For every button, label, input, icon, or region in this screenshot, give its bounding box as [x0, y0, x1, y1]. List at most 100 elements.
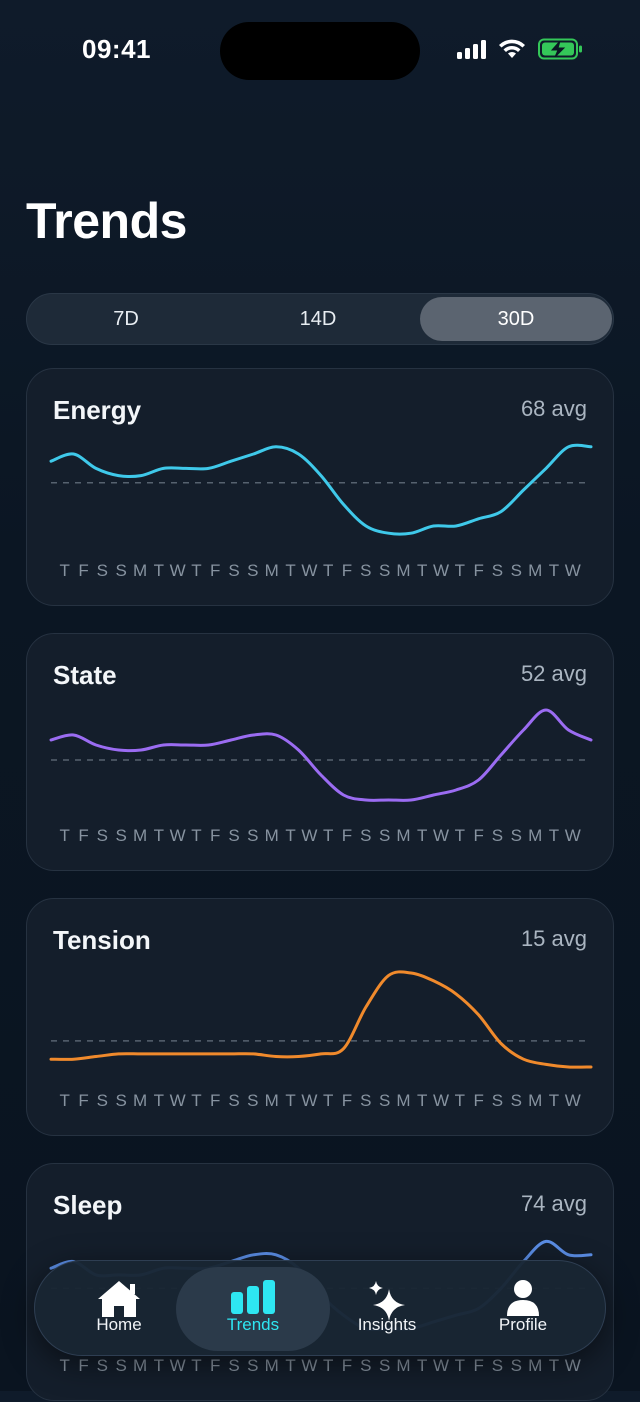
day-tick-label: F — [210, 1091, 221, 1110]
tension-card[interactable]: TFSSMTWTFSSMTWTFSSMTWTFSSMTW Tension 15 … — [26, 898, 614, 1136]
day-tick-label: M — [265, 826, 280, 845]
day-tick-label: S — [115, 1091, 127, 1110]
day-tick-label: S — [511, 561, 523, 580]
day-tick-label: W — [565, 1356, 582, 1375]
status-bar: 09:41 — [0, 0, 640, 100]
day-tick-label: T — [417, 826, 428, 845]
bottom-tab-bar: Home Trends Insights Profile — [34, 1260, 606, 1356]
day-tick-label: T — [285, 826, 296, 845]
day-tick-label: F — [210, 561, 221, 580]
day-tick-label: M — [133, 1091, 148, 1110]
tab-label: Trends — [226, 1315, 280, 1334]
day-tick-label: S — [228, 1356, 240, 1375]
day-tick-label: S — [360, 1356, 372, 1375]
day-tick-label: S — [97, 1356, 109, 1375]
day-tick-label: T — [323, 561, 334, 580]
trend-line — [49, 708, 593, 802]
day-tick-label: T — [285, 561, 296, 580]
time-range-segmented-control: 7D 14D 30D — [26, 293, 614, 345]
day-tick-label: T — [323, 1091, 334, 1110]
day-tick-label: S — [379, 826, 391, 845]
day-tick-label: S — [511, 1356, 523, 1375]
day-tick-label: F — [78, 1356, 89, 1375]
day-tick-label: M — [265, 1356, 280, 1375]
day-tick-label: T — [549, 826, 560, 845]
day-tick-label: F — [78, 561, 89, 580]
day-tick-label: M — [396, 826, 411, 845]
day-tick-label: T — [417, 1091, 428, 1110]
day-tick-label: M — [133, 561, 148, 580]
day-tick-label: F — [342, 1091, 353, 1110]
day-tick-label: W — [433, 1356, 450, 1375]
day-tick-label: W — [301, 561, 318, 580]
day-tick-label: M — [528, 561, 543, 580]
sparkles-icon — [369, 1281, 405, 1321]
day-tick-label: M — [133, 1356, 148, 1375]
day-tick-label: W — [170, 561, 187, 580]
energy-card[interactable]: TFSSMTWTFSSMTWTFSSMTWTFSSMTW Energy 68 a… — [26, 368, 614, 606]
card-avg: 52 avg — [520, 661, 587, 686]
tab-label: Profile — [498, 1315, 548, 1334]
day-tick-label: T — [417, 1356, 428, 1375]
day-tick-label: T — [154, 1091, 165, 1110]
day-tick-label: T — [191, 561, 202, 580]
day-tick-label: W — [565, 826, 582, 845]
day-tick-label: S — [511, 826, 523, 845]
day-tick-label: T — [191, 1091, 202, 1110]
tab-profile[interactable]: Profile — [446, 1267, 600, 1351]
segment-30d[interactable]: 30D — [420, 297, 612, 341]
day-tick-label: T — [323, 826, 334, 845]
segment-7d[interactable]: 7D — [30, 297, 222, 341]
day-tick-label: S — [97, 826, 109, 845]
day-tick-label: T — [154, 561, 165, 580]
trend-line — [49, 970, 593, 1069]
wifi-icon — [499, 39, 525, 58]
day-tick-label: T — [285, 1356, 296, 1375]
tab-home[interactable]: Home — [42, 1267, 196, 1351]
home-icon — [98, 1281, 140, 1317]
day-tick-label: S — [228, 826, 240, 845]
day-tick-label: S — [492, 826, 504, 845]
card-title: Energy — [53, 395, 142, 425]
day-tick-label: T — [417, 561, 428, 580]
day-tick-label: S — [115, 1356, 127, 1375]
day-tick-label: W — [565, 561, 582, 580]
day-tick-label: S — [115, 826, 127, 845]
day-tick-label: S — [247, 1091, 259, 1110]
day-tick-label: T — [323, 1356, 334, 1375]
day-tick-label: T — [60, 561, 71, 580]
cellular-signal-icon — [457, 39, 486, 59]
state-card[interactable]: TFSSMTWTFSSMTWTFSSMTWTFSSMTW State 52 av… — [26, 633, 614, 871]
day-tick-label: T — [455, 1091, 466, 1110]
day-tick-label: M — [528, 826, 543, 845]
day-tick-label: S — [492, 1091, 504, 1110]
day-tick-label: W — [170, 1356, 187, 1375]
day-tick-label: F — [473, 826, 484, 845]
day-tick-label: W — [301, 826, 318, 845]
day-tick-label: S — [115, 561, 127, 580]
day-tick-label: T — [154, 826, 165, 845]
day-tick-label: S — [511, 1091, 523, 1110]
day-tick-label: T — [455, 561, 466, 580]
day-tick-label: S — [247, 1356, 259, 1375]
tab-trends[interactable]: Trends — [176, 1267, 330, 1351]
day-tick-label: T — [60, 826, 71, 845]
day-tick-label: S — [379, 561, 391, 580]
day-tick-label: S — [97, 1091, 109, 1110]
day-tick-label: S — [247, 561, 259, 580]
tab-insights[interactable]: Insights — [310, 1267, 464, 1351]
segment-14d[interactable]: 14D — [222, 297, 414, 341]
status-time: 09:41 — [82, 34, 151, 64]
card-title: State — [53, 660, 117, 690]
day-tick-label: M — [396, 1356, 411, 1375]
day-tick-label: M — [528, 1356, 543, 1375]
day-tick-label: W — [433, 1091, 450, 1110]
day-tick-label: T — [191, 826, 202, 845]
day-tick-label: S — [228, 561, 240, 580]
day-tick-label: S — [360, 1091, 372, 1110]
card-title: Sleep — [53, 1190, 123, 1220]
day-tick-label: S — [360, 826, 372, 845]
day-tick-label: T — [455, 1356, 466, 1375]
day-tick-label: T — [455, 826, 466, 845]
bar-chart-icon — [231, 1280, 275, 1314]
